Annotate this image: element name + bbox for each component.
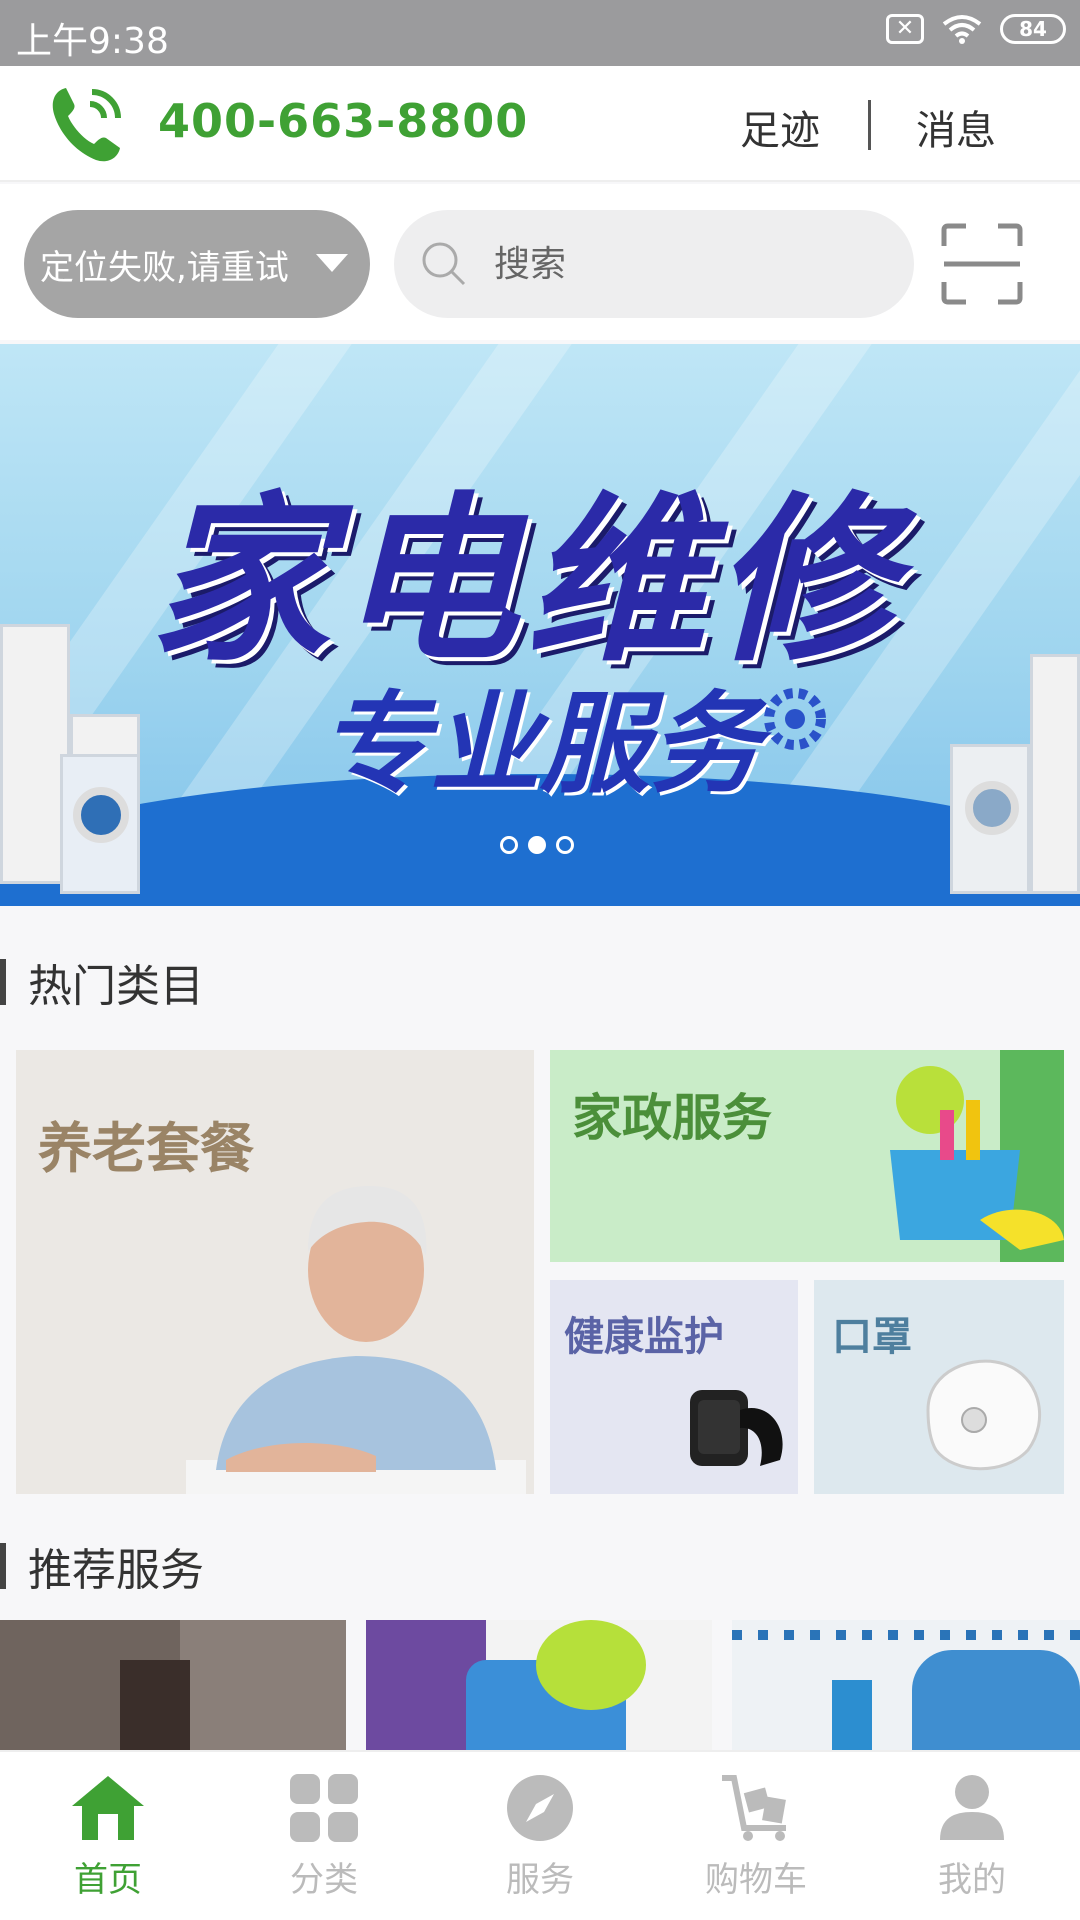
nav-category[interactable]: 分类 xyxy=(216,1752,432,1920)
elderly-man-image xyxy=(186,1186,526,1494)
tile-health-monitor[interactable]: 健康监护 xyxy=(550,1280,798,1494)
wifi-icon xyxy=(942,15,982,44)
search-box[interactable] xyxy=(394,210,914,318)
nav-label: 服务 xyxy=(506,1860,574,1900)
nav-label: 分类 xyxy=(290,1860,358,1900)
phone-icon[interactable] xyxy=(48,82,128,166)
location-selector[interactable]: 定位失败,请重试 xyxy=(24,210,370,318)
tile-label: 口罩 xyxy=(832,1314,912,1360)
section-title: 推荐服务 xyxy=(28,1545,204,1596)
hot-categories-header: 热门类目 xyxy=(0,952,204,1012)
user-icon xyxy=(940,1775,1004,1840)
hotline-number[interactable]: 400-663-8800 xyxy=(158,94,528,148)
search-row: 定位失败,请重试 xyxy=(0,184,1080,340)
status-time: 上午9:38 xyxy=(16,21,169,62)
location-label: 定位失败,请重试 xyxy=(40,247,289,288)
recommend-card[interactable] xyxy=(0,1620,346,1750)
footprints-link[interactable]: 足迹 xyxy=(740,98,820,156)
grid-icon xyxy=(290,1774,358,1842)
recommend-card[interactable] xyxy=(366,1620,712,1750)
messages-link[interactable]: 消息 xyxy=(916,98,996,156)
tile-mask[interactable]: 口罩 xyxy=(814,1280,1064,1494)
top-header: 400-663-8800 足迹 消息 xyxy=(0,66,1080,182)
cart-icon xyxy=(722,1775,786,1841)
compass-icon xyxy=(507,1775,573,1841)
fridge-image xyxy=(1030,654,1080,894)
bottom-navigation: 首页 分类 服务 购物车 我的 xyxy=(0,1750,1080,1920)
cleaning-supplies-image xyxy=(890,1050,1064,1262)
nav-label: 我的 xyxy=(938,1860,1006,1900)
banner-subtitle: 专业服务 xyxy=(320,680,760,808)
smartwatch-image xyxy=(690,1390,783,1466)
promo-banner[interactable]: 家电维修 专业服务 xyxy=(0,344,1080,906)
battery-indicator: 84 xyxy=(1000,14,1066,44)
section-title: 热门类目 xyxy=(28,961,204,1012)
washer-image xyxy=(950,744,1030,894)
pagination-dot[interactable] xyxy=(500,836,518,854)
banner-pagination xyxy=(500,836,574,854)
scan-icon[interactable] xyxy=(940,222,1024,306)
status-bar: 上午9:38 ✕ 84 xyxy=(0,0,1080,66)
tile-housekeeping[interactable]: 家政服务 xyxy=(550,1050,1064,1262)
washer-image xyxy=(60,754,140,894)
nav-home[interactable]: 首页 xyxy=(0,1752,216,1920)
search-input[interactable] xyxy=(494,240,874,288)
pagination-dot[interactable] xyxy=(556,836,574,854)
tile-label: 家政服务 xyxy=(572,1089,772,1147)
chevron-down-icon xyxy=(316,254,348,272)
pagination-dot-active[interactable] xyxy=(528,836,546,854)
nav-profile[interactable]: 我的 xyxy=(864,1752,1080,1920)
home-icon xyxy=(72,1776,144,1840)
tile-elderly-package[interactable]: 养老套餐 xyxy=(16,1050,534,1494)
header-divider xyxy=(868,100,871,150)
nav-label: 首页 xyxy=(74,1860,142,1900)
nav-label: 购物车 xyxy=(705,1860,807,1900)
recommend-card[interactable] xyxy=(732,1620,1080,1750)
no-sim-icon: ✕ xyxy=(886,14,924,44)
gear-icon xyxy=(764,688,826,750)
tile-label: 健康监护 xyxy=(564,1314,724,1360)
recommend-header: 推荐服务 xyxy=(0,1536,204,1596)
mask-image xyxy=(926,1359,1042,1471)
search-icon xyxy=(422,242,466,286)
nav-cart[interactable]: 购物车 xyxy=(648,1752,864,1920)
nav-service[interactable]: 服务 xyxy=(432,1752,648,1920)
